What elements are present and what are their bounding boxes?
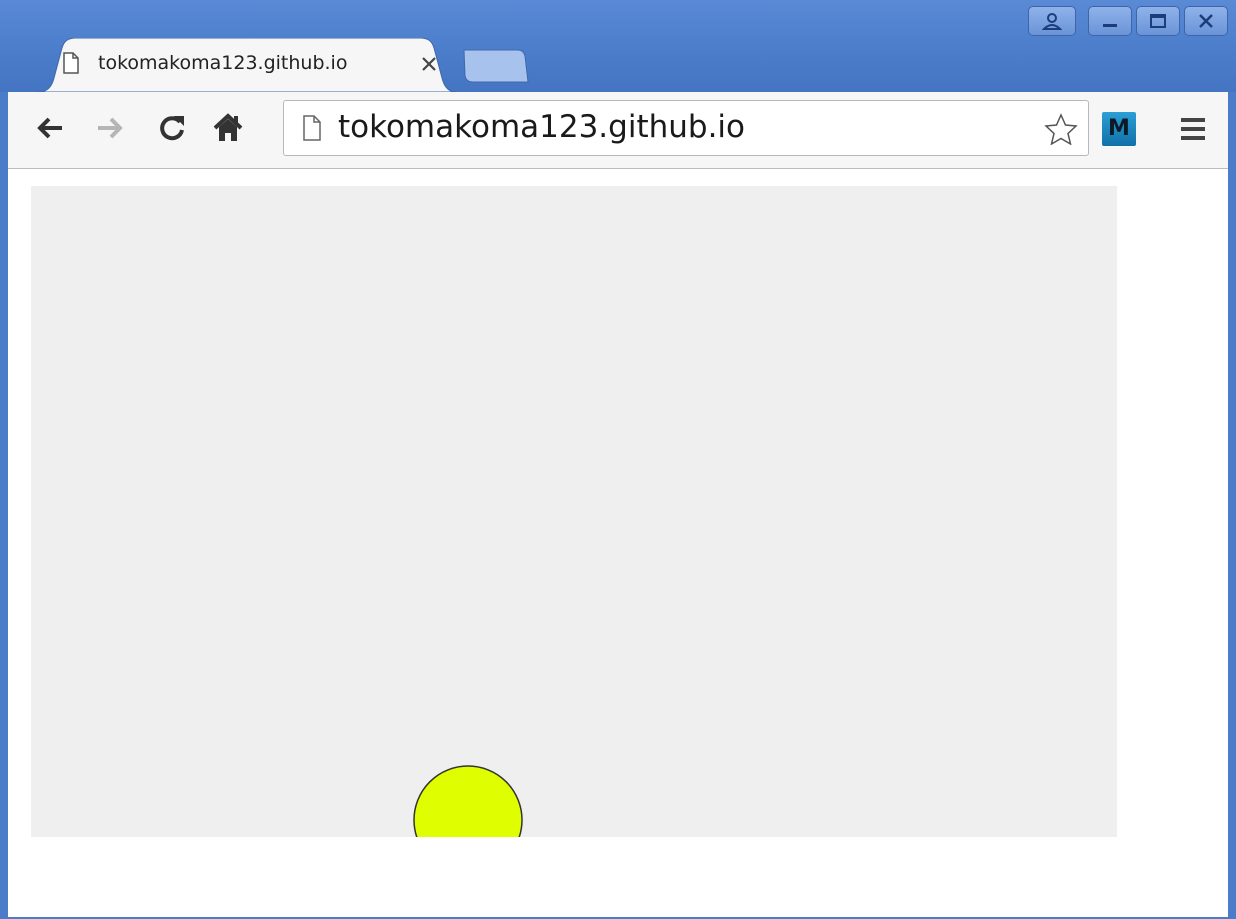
tab-close-icon[interactable] — [420, 55, 438, 73]
minimize-button[interactable] — [1088, 6, 1132, 36]
address-bar[interactable]: tokomakoma123.github.io — [283, 100, 1089, 156]
game-canvas[interactable] — [31, 186, 1117, 837]
minimize-icon — [1103, 24, 1117, 27]
page-icon — [63, 52, 79, 74]
forward-arrow-icon[interactable] — [94, 112, 126, 144]
url-text: tokomakoma123.github.io — [338, 109, 746, 145]
star-icon[interactable] — [1044, 113, 1078, 145]
page-content — [8, 169, 1228, 917]
title-bar: tokomakoma123.github.io — [0, 0, 1236, 92]
tab-active[interactable]: tokomakoma123.github.io — [38, 38, 456, 92]
browser-window: tokomakoma123.github.io tokomakoma123.gi… — [0, 0, 1236, 919]
reload-icon[interactable] — [156, 112, 188, 144]
new-tab-button[interactable] — [462, 48, 530, 84]
close-icon — [1199, 14, 1213, 28]
hamburger-menu-icon[interactable] — [1178, 114, 1208, 144]
profile-icon — [1042, 13, 1062, 30]
toolbar: tokomakoma123.github.io M — [8, 92, 1228, 169]
window-controls — [1028, 6, 1228, 36]
back-arrow-icon[interactable] — [34, 112, 66, 144]
page-icon — [303, 115, 321, 141]
home-icon[interactable] — [212, 112, 244, 144]
extension-button[interactable]: M — [1102, 112, 1136, 146]
maximize-button[interactable] — [1136, 6, 1180, 36]
ball — [413, 765, 523, 837]
maximize-icon — [1150, 14, 1166, 28]
profile-button[interactable] — [1028, 6, 1076, 36]
tab-title: tokomakoma123.github.io — [98, 52, 348, 74]
close-window-button[interactable] — [1184, 6, 1228, 36]
